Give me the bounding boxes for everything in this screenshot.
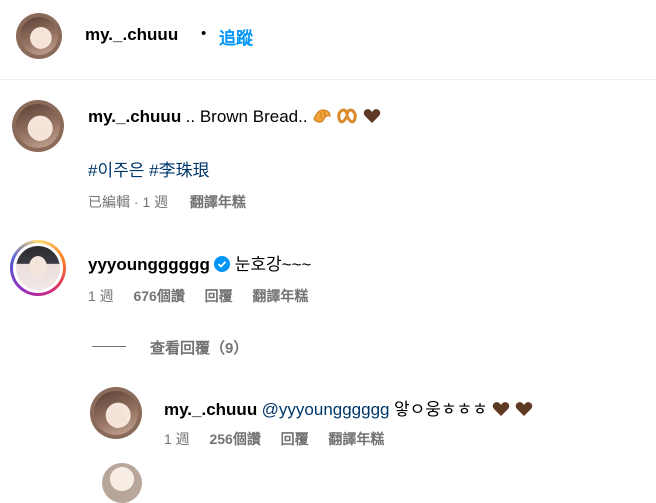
- caption-text: .. Brown Bread..: [185, 107, 308, 126]
- comment-likes[interactable]: 676個讚: [133, 288, 184, 304]
- comment-username[interactable]: yyyoungggggg: [88, 255, 210, 274]
- header-username[interactable]: my._.chuuu: [85, 25, 178, 45]
- caption-avatar[interactable]: [12, 100, 64, 152]
- edited-label: 已編輯: [88, 194, 130, 210]
- reply-avatar[interactable]: [90, 387, 142, 439]
- comment-meta: 1 週 676個讚 回覆 翻譯年糕: [88, 286, 308, 306]
- reply-text: 앟ㅇ웅ㅎㅎㅎ: [393, 400, 488, 419]
- translate-button[interactable]: 翻譯年糕: [328, 431, 384, 447]
- translate-button[interactable]: 翻譯年糕: [252, 288, 308, 304]
- caption-hashtags: #이주은 #李珠珢: [88, 156, 210, 181]
- comment-avatar: [16, 246, 60, 290]
- next-reply-avatar[interactable]: [102, 463, 142, 503]
- comment-text: 눈호강~~~: [234, 255, 312, 274]
- caption-time[interactable]: 1 週: [142, 194, 168, 210]
- reply-time[interactable]: 1 週: [164, 431, 190, 447]
- brown-heart-icon: [515, 401, 533, 417]
- brown-heart-icon: [492, 401, 510, 417]
- hashtag-link[interactable]: #李珠珢: [149, 161, 209, 180]
- meta-sep: ·: [133, 194, 139, 210]
- replies-line: [92, 346, 126, 347]
- header-divider: [0, 79, 656, 80]
- reply-line: my._.chuuu @yyyoungggggg 앟ㅇ웅ㅎㅎㅎ: [164, 395, 533, 420]
- follow-button[interactable]: 追蹤: [219, 24, 253, 49]
- reply-mention[interactable]: @yyyoungggggg: [262, 400, 390, 419]
- header-avatar[interactable]: [16, 13, 62, 59]
- hashtag-link[interactable]: #이주은: [88, 161, 144, 180]
- translate-button[interactable]: 翻譯年糕: [190, 194, 246, 210]
- caption-line: my._.chuuu .. Brown Bread..: [88, 107, 381, 130]
- caption-meta: 已編輯 · 1 週 翻譯年糕: [88, 192, 246, 212]
- header-dot: •: [201, 25, 207, 42]
- comment-time[interactable]: 1 週: [88, 288, 114, 304]
- comment-avatar-ring[interactable]: [10, 240, 66, 296]
- comment-line: yyyoungggggg 눈호강~~~: [88, 250, 311, 275]
- reply-likes[interactable]: 256個讚: [209, 431, 260, 447]
- reply-button[interactable]: 回覆: [281, 431, 309, 447]
- brown-heart-icon: [363, 108, 381, 124]
- view-replies-button[interactable]: 查看回覆（9）: [150, 337, 248, 358]
- pretzel-icon: [336, 107, 358, 130]
- verified-badge-icon: [214, 256, 231, 272]
- reply-button[interactable]: 回覆: [205, 288, 233, 304]
- caption-username[interactable]: my._.chuuu: [88, 107, 181, 126]
- reply-meta: 1 週 256個讚 回覆 翻譯年糕: [164, 429, 384, 449]
- croissant-icon: [312, 107, 332, 130]
- reply-username[interactable]: my._.chuuu: [164, 400, 257, 419]
